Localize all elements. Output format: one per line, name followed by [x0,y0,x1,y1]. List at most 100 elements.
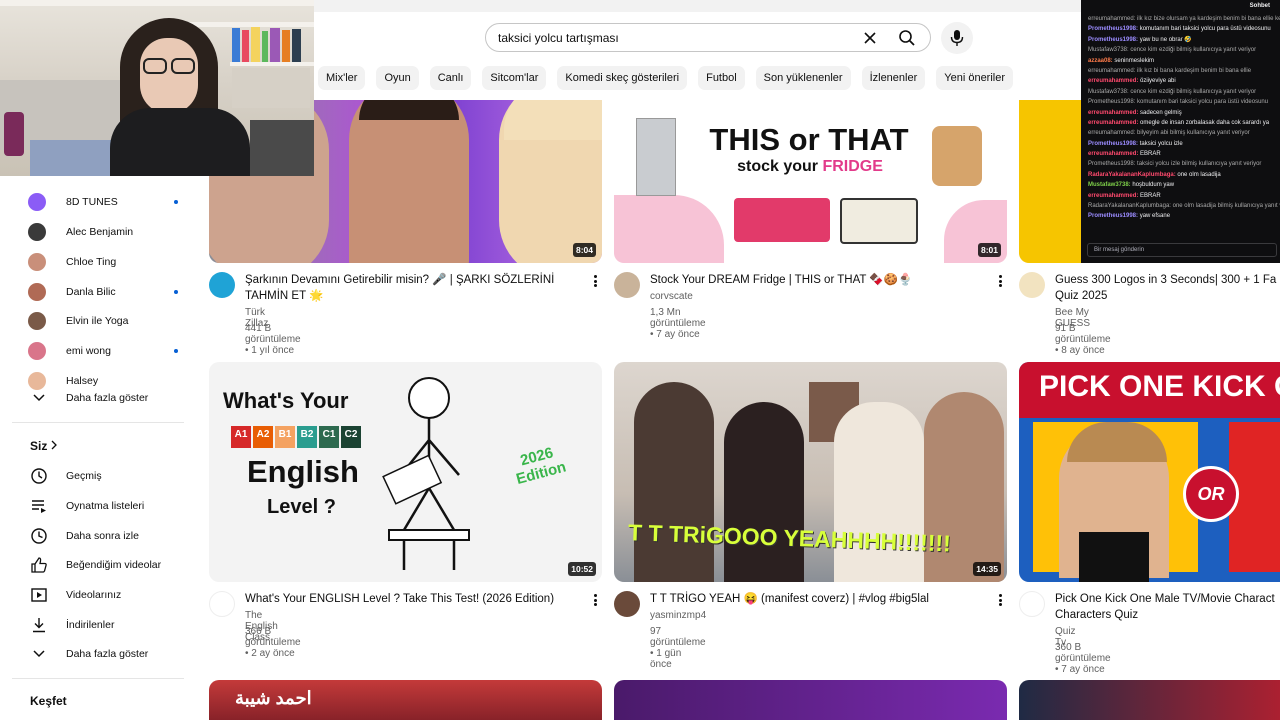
chat-message: erreumahammed: öziiyeviye abi [1081,76,1280,86]
more-vert-icon[interactable] [994,274,1006,288]
sidebar-item-download[interactable]: İndirilenler [28,612,178,638]
sidebar: 8D TUNES Alec Benjamin Chloe Ting Danla Bil… [0,176,200,720]
duration-badge: 10:52 [568,562,596,576]
close-icon [864,31,876,44]
search-button[interactable] [884,24,930,51]
channel-avatar [28,193,46,211]
chat-message: Prometheus1998: yaw bu ne obrar 🤣 [1081,35,1280,45]
video-thumbnail[interactable]: احمد شيبة [209,680,602,720]
video-title[interactable]: Stock Your DREAM Fridge | THIS or THAT 🍫… [650,272,990,288]
chevron-down-icon [28,389,50,407]
video-thumbnail[interactable]: PICK ONE KICK ONE CH OR [1019,362,1280,582]
sidebar-item-your-videos[interactable]: Videolarınız [28,582,178,608]
you-section-heading[interactable]: Siz [30,439,58,453]
subscription-item[interactable]: Alec Benjamin [28,219,178,245]
channel-avatar[interactable] [209,591,235,617]
you-heading-label: Siz [30,439,48,453]
subscription-label: Elvin ile Yoga [66,315,129,327]
chat-input[interactable]: Bir mesaj gönderin [1087,243,1277,257]
video-title[interactable]: Guess 300 Logos in 3 Seconds| 300 + 1 Fa… [1055,272,1280,304]
chat-username: RadaraYakalananKaplumbaga: [1088,171,1176,178]
channel-avatar[interactable] [209,272,235,298]
subscription-item[interactable]: emi wong [28,338,178,364]
chat-text: sadecen gelmiş [1138,109,1182,116]
chat-text: yaw bu ne obrar 🤣 [1138,36,1192,43]
like-icon [28,556,50,574]
channel-avatar [28,223,46,241]
subscription-item[interactable]: Danla Bilic [28,279,178,305]
video-meta: 91 B görüntüleme • 8 ay önce [1055,323,1111,356]
video-meta: 441 B görüntüleme • 1 yıl önce [245,323,301,356]
subscription-item[interactable]: Elvin ile Yoga [28,308,178,334]
chat-text: hoşbuldum yaw [1130,182,1175,189]
chat-text: EBRAR [1138,151,1161,158]
sidebar-item-like[interactable]: Beğendiğim videolar [28,552,178,578]
channel-avatar [28,312,46,330]
video-thumbnail[interactable] [614,680,1007,720]
filter-chip[interactable]: Son yüklenenler [755,66,851,90]
more-vert-icon[interactable] [589,274,601,288]
sidebar-item-label: İndirilenler [66,619,115,631]
show-more-you-button[interactable]: Daha fazla göster [28,641,178,667]
filter-chip[interactable]: Yeni öneriler [936,66,1014,90]
thumbnail-text: احمد شيبة [235,688,312,708]
microphone-icon [950,30,964,46]
chat-username: azzaa08: [1088,57,1113,64]
chat-message: erreumahammed: bilyeyim abi bilmiş kulla… [1081,128,1280,138]
chat-text: erreumahammed: ilk kız bize olursam ya k… [1088,16,1280,22]
show-more-subscriptions-button[interactable]: Daha fazla göster [28,385,178,411]
chat-text: one olm lasadija [1175,171,1221,178]
channel-name[interactable]: corvscate [650,291,693,302]
video-title[interactable]: T T TRİGO YEAH 😝 (manifest coverz) | #vl… [650,591,990,607]
chat-message: Mustafaw3738: cence kim ezdiği bilmiş ku… [1081,87,1280,97]
channel-avatar[interactable] [614,591,640,617]
sidebar-item-history[interactable]: Geçmiş [28,463,178,489]
voice-search-button[interactable] [941,22,973,54]
chat-text: Mustafaw3738: cence kim ezdiği bilmiş ku… [1088,47,1257,54]
channel-avatar [28,253,46,271]
sidebar-item-watch-later[interactable]: Daha sonra izle [28,523,178,549]
more-vert-icon[interactable] [994,593,1006,607]
filter-chip[interactable]: Komedi skeç gösterileri [557,66,688,90]
video-thumbnail[interactable]: THIS or THAT stock your FRIDGE 8:01 [614,100,1007,263]
video-title[interactable]: Şarkının Devamını Getirebilir misin? 🎤 |… [245,272,585,304]
filter-chip[interactable]: Mix'ler [318,66,366,90]
filter-chip[interactable]: Oyun [376,66,419,90]
chat-message: erreumahammed: ilk kız bize olursam ya k… [1081,14,1280,24]
channel-avatar[interactable] [1019,272,1045,298]
video-title[interactable]: Pick One Kick One Male TV/Movie Charact … [1055,591,1280,623]
filter-chip[interactable]: Futbol [698,66,745,90]
filter-chip[interactable]: İzlenenler [861,66,926,90]
channel-avatar [28,342,46,360]
sidebar-item-label: Geçmiş [66,470,102,482]
filter-chip[interactable]: Canlı [429,66,472,90]
subscription-label: 8D TUNES [66,196,118,208]
video-title[interactable]: What's Your ENGLISH Level ? Take This Te… [245,591,585,607]
filter-chip[interactable]: Sitcom'lar [482,66,547,90]
duration-badge: 8:01 [977,243,1001,257]
thumbnail-text: Level ? [267,496,336,518]
channel-avatar[interactable] [1019,591,1045,617]
level-badge: C1 [319,426,339,448]
new-content-dot [174,349,178,353]
thumbnail-text: stock your FRIDGE [737,158,883,175]
more-vert-icon[interactable] [589,593,601,607]
sidebar-item-label: Beğendiğim videolar [66,559,162,571]
channel-avatar[interactable] [614,272,640,298]
chat-message: Prometheus1998: taksici yolcu izle bilmi… [1081,159,1280,169]
sidebar-item-playlists[interactable]: Oynatma listeleri [28,493,178,519]
search-box[interactable] [485,23,931,52]
chat-text: Prometheus1998: komutanım bari taksici y… [1088,99,1269,106]
video-thumbnail[interactable] [1019,680,1280,720]
chat-username: Prometheus1998: [1088,140,1139,147]
level-badge: A2 [253,426,273,448]
search-input[interactable] [486,30,856,45]
video-thumbnail[interactable]: T T TRiGOOO YEAHHHH!!!!!!! 14:35 [614,362,1007,582]
level-badge: A1 [231,426,251,448]
channel-name[interactable]: yasminzmp4 [650,610,706,621]
clear-search-button[interactable] [856,24,884,52]
subscription-item[interactable]: 8D TUNES [28,189,178,215]
download-icon [28,616,50,634]
subscription-item[interactable]: Chloe Ting [28,249,178,275]
video-thumbnail[interactable]: What's Your A1 A2 B1 B2 C1 C2 English Level ? 202… [209,362,602,582]
